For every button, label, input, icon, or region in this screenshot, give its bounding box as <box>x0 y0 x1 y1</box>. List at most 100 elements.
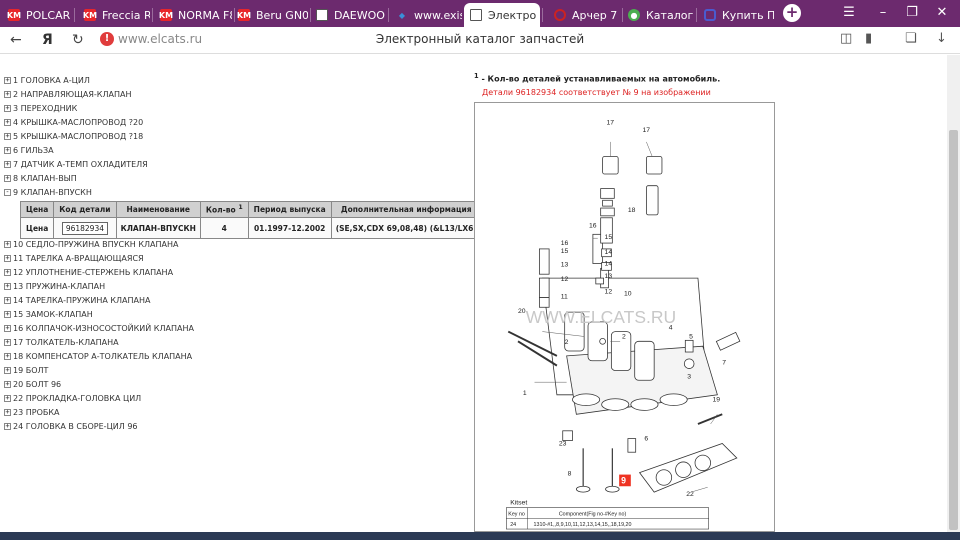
tab-7[interactable]: Электро <box>464 3 540 27</box>
expand-icon[interactable]: + <box>4 423 11 430</box>
expand-icon[interactable]: + <box>4 175 11 182</box>
yandex-logo-icon[interactable]: Я <box>42 32 53 48</box>
callout-14[interactable]: 14 <box>605 260 613 267</box>
tab-4[interactable]: KM Beru GN01 <box>232 3 308 27</box>
expand-icon[interactable]: + <box>4 325 11 332</box>
highlight-number[interactable]: 9 <box>621 475 626 485</box>
expand-icon[interactable]: + <box>4 147 11 154</box>
callout-13[interactable]: 13 <box>561 261 569 268</box>
tree-item-label[interactable]: 8 КЛАПАН-ВЫП <box>13 174 77 183</box>
tree-item[interactable]: +1 ГОЛОВКА А-ЦИЛ <box>4 76 90 85</box>
callout-17[interactable]: 17 <box>607 119 615 126</box>
tree-item-label[interactable]: 1 ГОЛОВКА А-ЦИЛ <box>13 76 90 85</box>
bookmark-icon[interactable]: ▮ <box>865 31 872 46</box>
tree-item[interactable]: +13 ПРУЖИНА-КЛАПАН <box>4 282 105 291</box>
tree-item[interactable]: +11 ТАРЕЛКА А-ВРАЩАЮЩАЯСЯ <box>4 254 144 263</box>
tree-item-label[interactable]: 12 УПЛОТНЕНИЕ-СТЕРЖЕНЬ КЛАПАНА <box>13 268 173 277</box>
tree-item[interactable]: +10 СЕДЛО-ПРУЖИНА ВПУСКН КЛАПАНА <box>4 240 179 249</box>
tree-item-label[interactable]: 3 ПЕРЕХОДНИК <box>13 104 77 113</box>
callout-16[interactable]: 16 <box>561 240 569 247</box>
tab-6[interactable]: ◆ www.exist.r <box>390 3 462 27</box>
expand-icon[interactable]: + <box>4 91 11 98</box>
tree-item[interactable]: +24 ГОЛОВКА В СБОРЕ-ЦИЛ 96 <box>4 422 138 431</box>
tree-item-label[interactable]: 16 КОЛПАЧОК-ИЗНОСОСТОЙКИЙ КЛАПАНА <box>13 324 194 333</box>
close-icon[interactable]: ✕ <box>933 5 951 20</box>
tree-item[interactable]: +2 НАПРАВЛЯЮЩАЯ-КЛАПАН <box>4 90 131 99</box>
protect-icon[interactable]: ◫ <box>840 31 852 46</box>
tree-item[interactable]: +12 УПЛОТНЕНИЕ-СТЕРЖЕНЬ КЛАПАНА <box>4 268 173 277</box>
expand-icon[interactable]: + <box>4 283 11 290</box>
callout-10[interactable]: 10 <box>624 291 632 298</box>
callout-12[interactable]: 12 <box>605 289 613 296</box>
tree-item[interactable]: +22 ПРОКЛАДКА-ГОЛОВКА ЦИЛ <box>4 394 141 403</box>
tree-item[interactable]: +14 ТАРЕЛКА-ПРУЖИНА КЛАПАНА <box>4 296 151 305</box>
new-tab-button[interactable]: + <box>783 4 801 22</box>
tree-item-label[interactable]: 24 ГОЛОВКА В СБОРЕ-ЦИЛ 96 <box>13 422 138 431</box>
expand-icon[interactable]: + <box>4 339 11 346</box>
expand-icon[interactable]: + <box>4 381 11 388</box>
tree-item[interactable]: +3 ПЕРЕХОДНИК <box>4 104 77 113</box>
callout-18[interactable]: 18 <box>628 207 636 214</box>
callout-2[interactable]: 2 <box>565 339 569 346</box>
callout-6[interactable]: 6 <box>644 436 648 443</box>
callout-20[interactable]: 20 <box>518 308 526 315</box>
expand-icon[interactable]: + <box>4 255 11 262</box>
expand-icon[interactable]: + <box>4 367 11 374</box>
callout-11[interactable]: 11 <box>561 294 568 301</box>
part-code-field[interactable]: 96182934 <box>61 221 109 235</box>
callout-3[interactable]: 3 <box>687 373 691 380</box>
tree-item[interactable]: +15 ЗАМОК-КЛАПАН <box>4 310 93 319</box>
callout-7[interactable]: 7 <box>722 360 726 367</box>
expand-icon[interactable]: + <box>4 269 11 276</box>
callout-8[interactable]: 8 <box>568 471 572 478</box>
expand-icon[interactable]: + <box>4 395 11 402</box>
tree-item[interactable]: +6 ГИЛЬЗА <box>4 146 54 155</box>
expand-icon[interactable]: + <box>4 105 11 112</box>
tab-2[interactable]: KM Freccia R60 <box>78 3 150 27</box>
tab-5[interactable]: DAEWOO <box>310 3 386 27</box>
expand-icon[interactable]: + <box>4 311 11 318</box>
callout-22[interactable]: 22 <box>686 491 694 498</box>
tree-item-label[interactable]: 9 КЛАПАН-ВПУСКН <box>13 188 92 197</box>
expand-icon[interactable]: + <box>4 133 11 140</box>
download-icon[interactable]: ↓ <box>936 31 947 46</box>
tree-item[interactable]: +4 КРЫШКА-МАСЛОПРОВОД ?20 <box>4 118 143 127</box>
tree-item-label[interactable]: 7 ДАТЧИК А-ТЕМП ОХЛАДИТЕЛЯ <box>13 160 148 169</box>
callout-16[interactable]: 16 <box>589 223 597 230</box>
minimize-icon[interactable]: – <box>874 5 892 20</box>
tree-item-label[interactable]: 20 БОЛТ 96 <box>13 380 61 389</box>
callout-5[interactable]: 5 <box>689 333 693 340</box>
callout-23[interactable]: 23 <box>559 440 567 447</box>
expand-icon[interactable]: + <box>4 241 11 248</box>
tree-item[interactable]: +19 БОЛТ <box>4 366 48 375</box>
tree-item[interactable]: -9 КЛАПАН-ВПУСКН <box>4 188 92 197</box>
expand-icon[interactable]: + <box>4 297 11 304</box>
tree-item-label[interactable]: 6 ГИЛЬЗА <box>13 146 54 155</box>
callout-13[interactable]: 13 <box>605 273 613 280</box>
parts-diagram[interactable]: WWW.ELCATS.RU 9 17 17 16 18 15 16 14 15 14 13 13 12… <box>474 102 775 532</box>
callout-14[interactable]: 14 <box>605 249 613 256</box>
tree-item-label[interactable]: 2 НАПРАВЛЯЮЩАЯ-КЛАПАН <box>13 90 131 99</box>
tree-item[interactable]: +7 ДАТЧИК А-ТЕМП ОХЛАДИТЕЛЯ <box>4 160 148 169</box>
callout-17[interactable]: 17 <box>642 127 650 134</box>
tab-8[interactable]: Арчер 7 с <box>548 3 620 27</box>
tree-item-label[interactable]: 11 ТАРЕЛКА А-ВРАЩАЮЩАЯСЯ <box>13 254 144 263</box>
tab-10[interactable]: Купить Пр <box>698 3 774 27</box>
tree-item-label[interactable]: 19 БОЛТ <box>13 366 48 375</box>
reload-icon[interactable]: ↻ <box>72 32 84 48</box>
callout-1[interactable]: 1 <box>523 390 527 397</box>
tree-item-label[interactable]: 15 ЗАМОК-КЛАПАН <box>13 310 93 319</box>
price-link[interactable]: Цена <box>19 217 55 239</box>
back-icon[interactable]: ← <box>10 32 22 48</box>
tree-item-label[interactable]: 5 КРЫШКА-МАСЛОПРОВОД ?18 <box>13 132 143 141</box>
tree-item[interactable]: +5 КРЫШКА-МАСЛОПРОВОД ?18 <box>4 132 143 141</box>
tree-item[interactable]: +17 ТОЛКАТЕЛЬ-КЛАПАНА <box>4 338 119 347</box>
expand-icon[interactable]: + <box>4 119 11 126</box>
insecure-warning-icon[interactable]: ! <box>100 32 114 46</box>
tree-item-label[interactable]: 14 ТАРЕЛКА-ПРУЖИНА КЛАПАНА <box>13 296 151 305</box>
tree-item[interactable]: +23 ПРОБКА <box>4 408 60 417</box>
tree-item-label[interactable]: 23 ПРОБКА <box>13 408 60 417</box>
tree-item-label[interactable]: 18 КОМПЕНСАТОР А-ТОЛКАТЕЛЬ КЛАПАНА <box>13 352 192 361</box>
collections-icon[interactable]: ❏ <box>905 31 917 46</box>
tab-1[interactable]: KM POLCAR 90 <box>2 3 72 27</box>
